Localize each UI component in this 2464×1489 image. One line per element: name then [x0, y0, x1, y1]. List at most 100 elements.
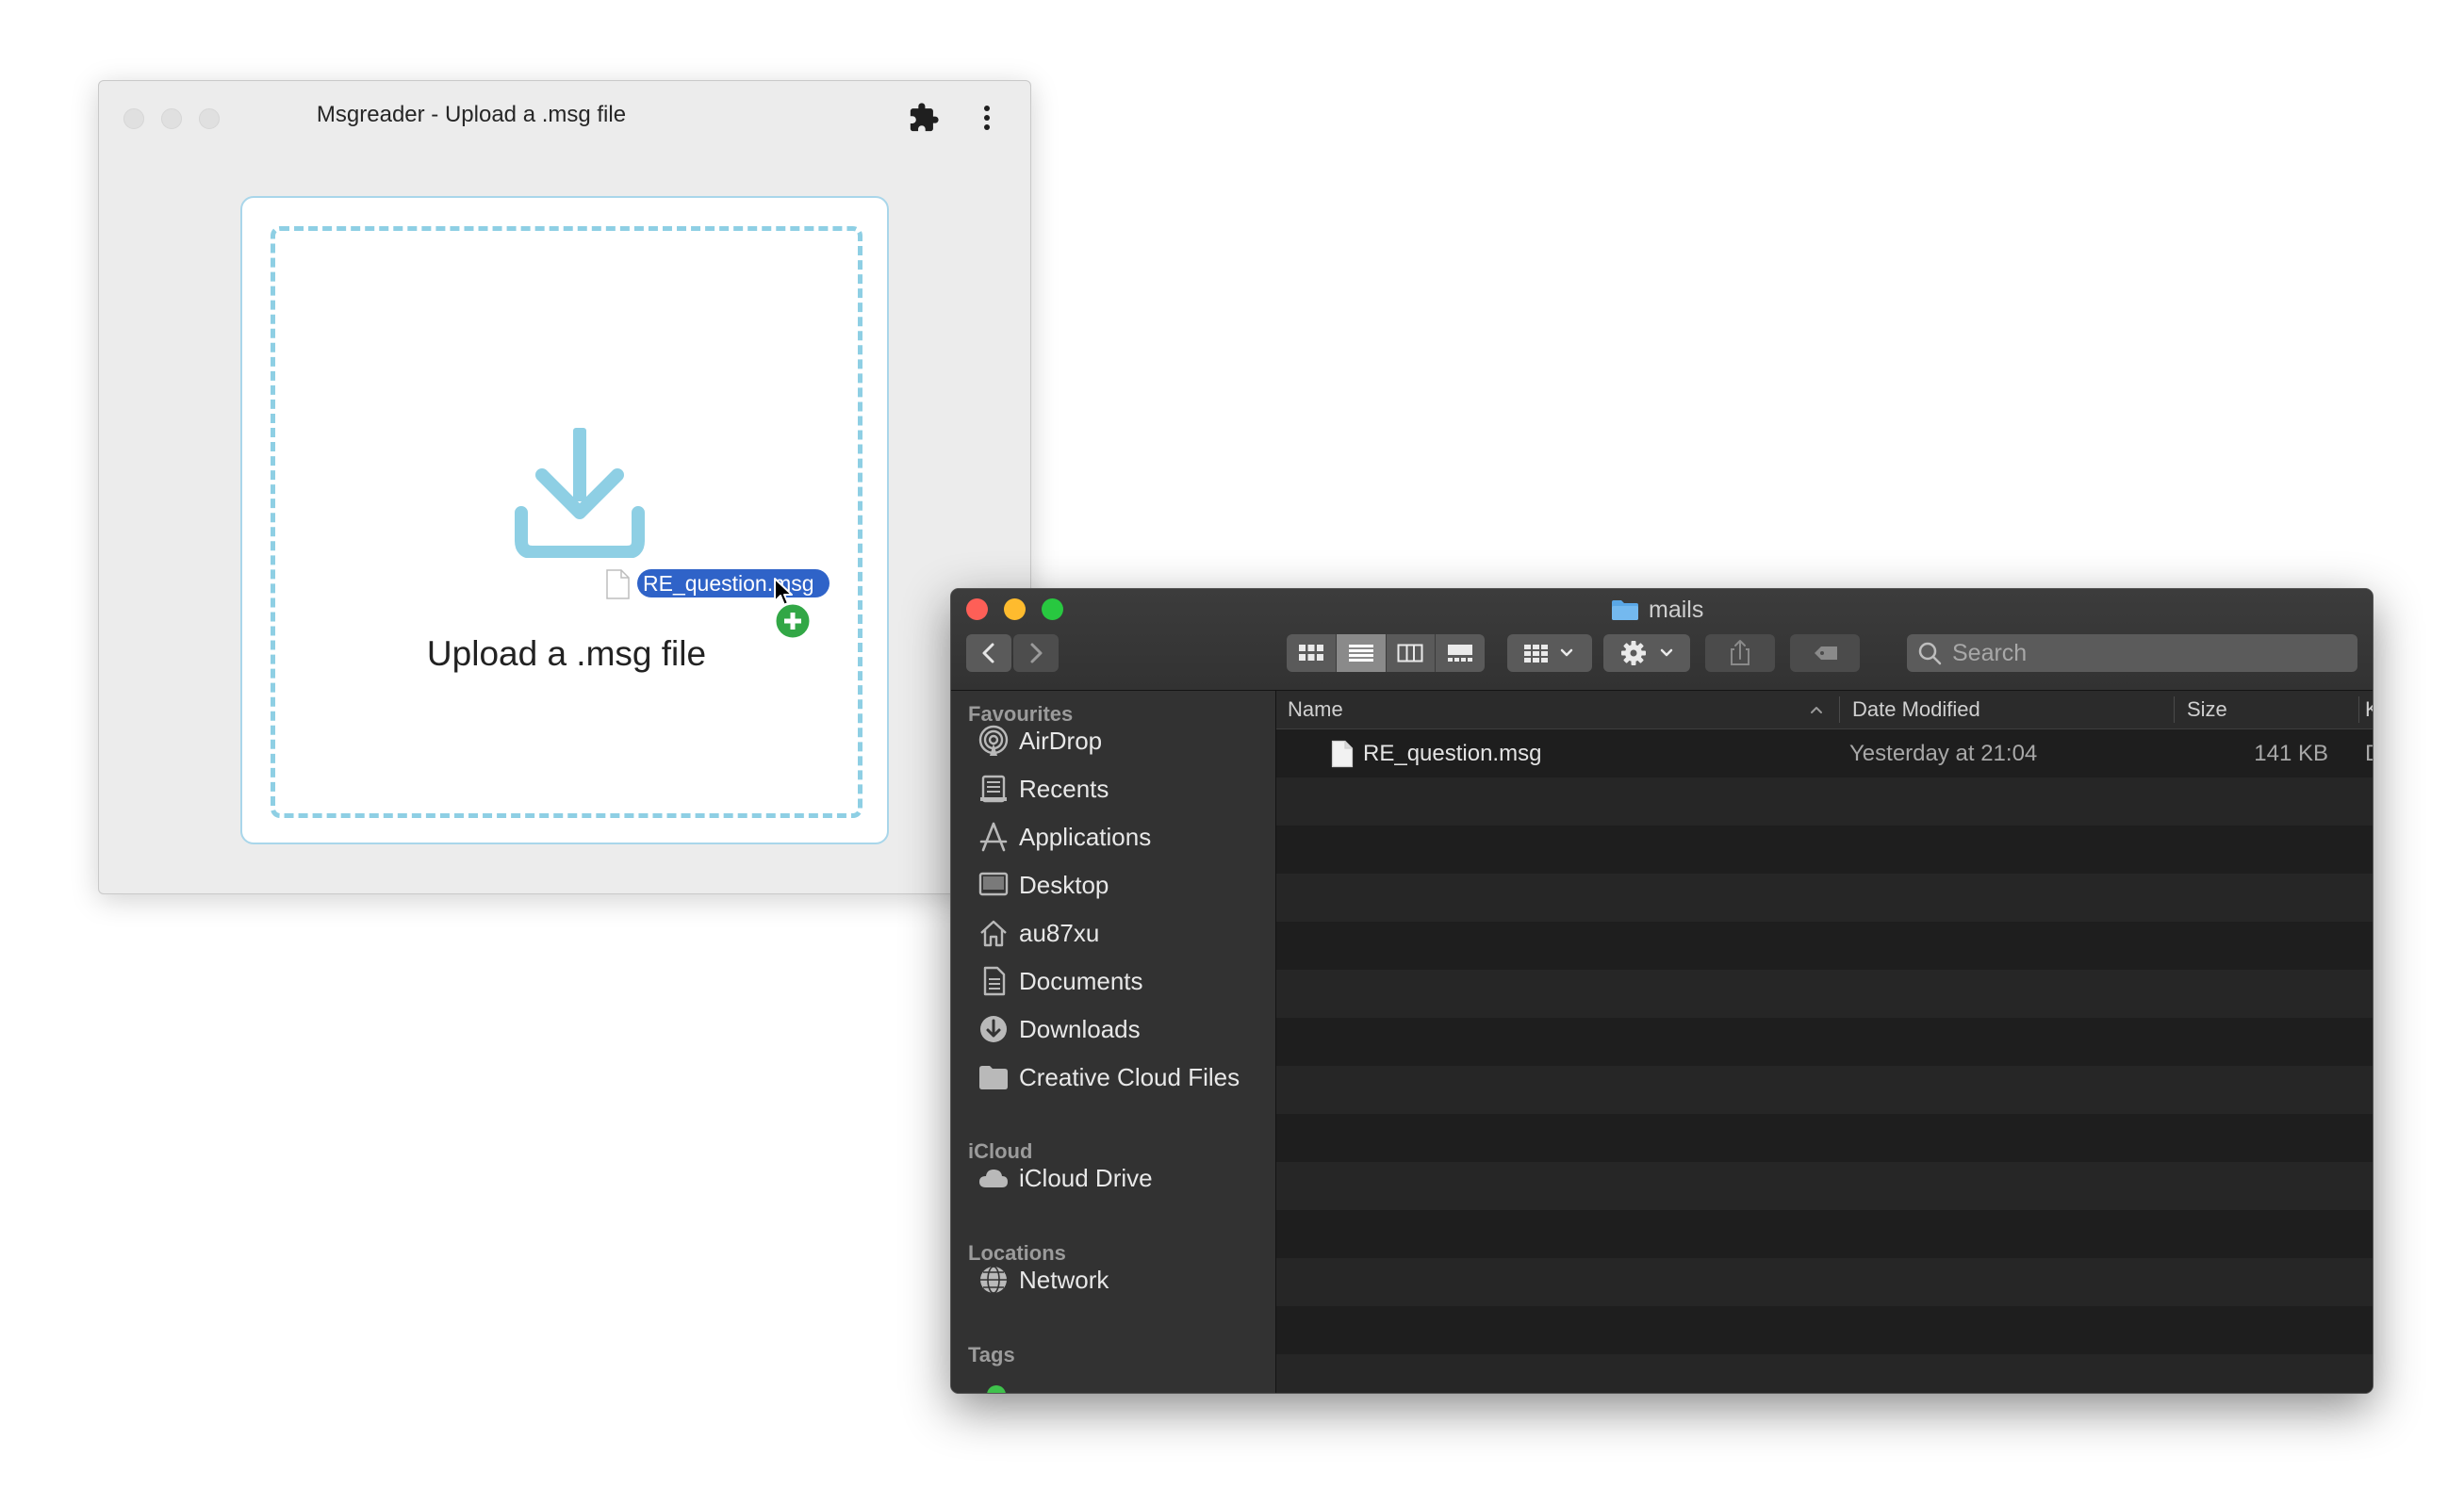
airdrop-icon [978, 725, 1009, 756]
tag-color-dot-icon[interactable] [987, 1385, 1006, 1393]
sidebar-item-airdrop[interactable]: AirDrop [977, 722, 1102, 760]
search-input[interactable] [1950, 638, 2331, 668]
upload-label: Upload a .msg file [426, 634, 707, 673]
copy-plus-badge-icon [773, 601, 813, 641]
gallery-icon [1448, 645, 1473, 662]
sidebar-item-downloads[interactable]: Downloads [977, 1010, 1141, 1048]
file-icon [606, 569, 630, 599]
chevron-right-icon [1030, 643, 1043, 663]
group-grid-icon [1524, 645, 1573, 663]
chevron-left-icon [982, 643, 994, 663]
search-field[interactable] [1907, 634, 2357, 672]
desktop-icon [978, 872, 1009, 896]
share-button[interactable] [1705, 634, 1775, 672]
sidebar-item-label: Network [1019, 1265, 1109, 1294]
extension-puzzle-icon[interactable] [908, 102, 940, 134]
action-menu-button[interactable] [1603, 634, 1690, 672]
recents-icon [980, 775, 1007, 803]
column-header-date-modified[interactable]: Date Modified [1852, 691, 1980, 728]
empty-row [1276, 1066, 2373, 1114]
empty-row [1276, 1114, 2373, 1162]
column-header-name[interactable]: Name [1288, 691, 1343, 728]
empty-row [1276, 1354, 2373, 1393]
home-icon [980, 920, 1007, 947]
documents-icon [983, 966, 1006, 996]
gear-icon [1621, 641, 1673, 665]
finder-sidebar: Favourites AirDrop Recents Applications [951, 691, 1276, 1393]
file-size: 141 KB [2254, 741, 2328, 766]
sort-ascending-icon [1811, 707, 1822, 713]
finder-title: mails [1611, 596, 1703, 624]
sidebar-item-label: iCloud Drive [1019, 1163, 1153, 1192]
sidebar-item-recents[interactable]: Recents [977, 770, 1109, 808]
sidebar-item-desktop[interactable]: Desktop [977, 866, 1109, 904]
folder-icon [1612, 600, 1638, 620]
sidebar-item-label: Desktop [1019, 870, 1109, 899]
file-dropzone[interactable]: Upload a .msg file [271, 226, 862, 818]
sidebar-item-applications[interactable]: Applications [977, 818, 1151, 856]
sidebar-item-label: Downloads [1019, 1014, 1141, 1043]
empty-row [1276, 1258, 2373, 1306]
column-divider[interactable] [1839, 696, 1840, 723]
sidebar-item-creative-cloud-files[interactable]: Creative Cloud Files [977, 1058, 1240, 1096]
more-menu-icon[interactable] [981, 104, 993, 132]
back-button[interactable] [966, 634, 1011, 672]
sidebar-item-icloud-drive[interactable]: iCloud Drive [977, 1159, 1153, 1197]
share-icon [1731, 640, 1749, 665]
cloud-icon [979, 1170, 1008, 1187]
column-divider[interactable] [2358, 696, 2359, 723]
window-titlebar: Msgreader - Upload a .msg file [99, 81, 1030, 151]
empty-row [1276, 1162, 2373, 1210]
table-row[interactable]: RE_question.msg Yesterday at 21:04 141 K… [1276, 729, 2373, 777]
sidebar-item-label: Creative Cloud Files [1019, 1062, 1240, 1091]
upload-card: Upload a .msg file [240, 196, 889, 844]
column-header-row: Name Date Modified Size K [1276, 691, 2373, 729]
sidebar-item-documents[interactable]: Documents [977, 962, 1143, 1000]
list-icon [1348, 645, 1373, 662]
finder-toolbar: mails [951, 589, 2373, 691]
sidebar-item-network[interactable]: Network [977, 1261, 1109, 1299]
view-mode-group [1287, 634, 1485, 672]
tag-icon [1815, 646, 1837, 660]
finder-window: mails Search Favourites AirDrop Recents … [950, 588, 2374, 1394]
empty-row [1276, 1306, 2373, 1354]
column-header-kind[interactable]: K [2365, 691, 2373, 728]
sidebar-item-label: Recents [1019, 774, 1109, 803]
sidebar-item-label: Documents [1019, 966, 1143, 995]
close-window-button[interactable] [966, 598, 988, 620]
msgreader-window: Msgreader - Upload a .msg file Upload a … [98, 80, 1031, 894]
column-header-size[interactable]: Size [2187, 691, 2227, 728]
file-date-modified: Yesterday at 21:04 [1849, 741, 2038, 766]
empty-row [1276, 970, 2373, 1018]
drag-file-label: RE_question.msg [637, 569, 830, 597]
sidebar-item-home[interactable]: au87xu [977, 914, 1099, 952]
empty-row [1276, 874, 2373, 922]
sidebar-item-label: au87xu [1019, 918, 1100, 947]
file-name: RE_question.msg [1363, 741, 1542, 766]
column-view-button[interactable] [1387, 634, 1437, 672]
search-icon [1918, 642, 1942, 665]
minimize-window-button[interactable] [1004, 598, 1026, 620]
sidebar-item-label: AirDrop [1019, 726, 1103, 755]
file-icon [1331, 740, 1354, 768]
empty-row [1276, 1018, 2373, 1066]
group-by-button[interactable] [1507, 634, 1592, 672]
tag-button[interactable] [1790, 634, 1860, 672]
gallery-view-button[interactable] [1436, 634, 1485, 672]
column-divider[interactable] [2174, 696, 2175, 723]
network-icon [980, 1266, 1007, 1294]
sidebar-section-tags: Tags [968, 1343, 1015, 1366]
empty-row [1276, 777, 2373, 826]
folder-name: mails [1649, 596, 1704, 623]
empty-row [1276, 826, 2373, 874]
download-icon [515, 428, 645, 558]
grid-icon [1298, 645, 1323, 661]
zoom-window-button[interactable] [1042, 598, 1063, 620]
empty-row [1276, 1210, 2373, 1258]
columns-icon [1397, 644, 1423, 663]
sidebar-item-label: Applications [1019, 822, 1152, 851]
forward-button[interactable] [1013, 634, 1059, 672]
empty-row [1276, 922, 2373, 970]
icon-view-button[interactable] [1287, 634, 1337, 672]
list-view-button[interactable] [1336, 634, 1387, 672]
